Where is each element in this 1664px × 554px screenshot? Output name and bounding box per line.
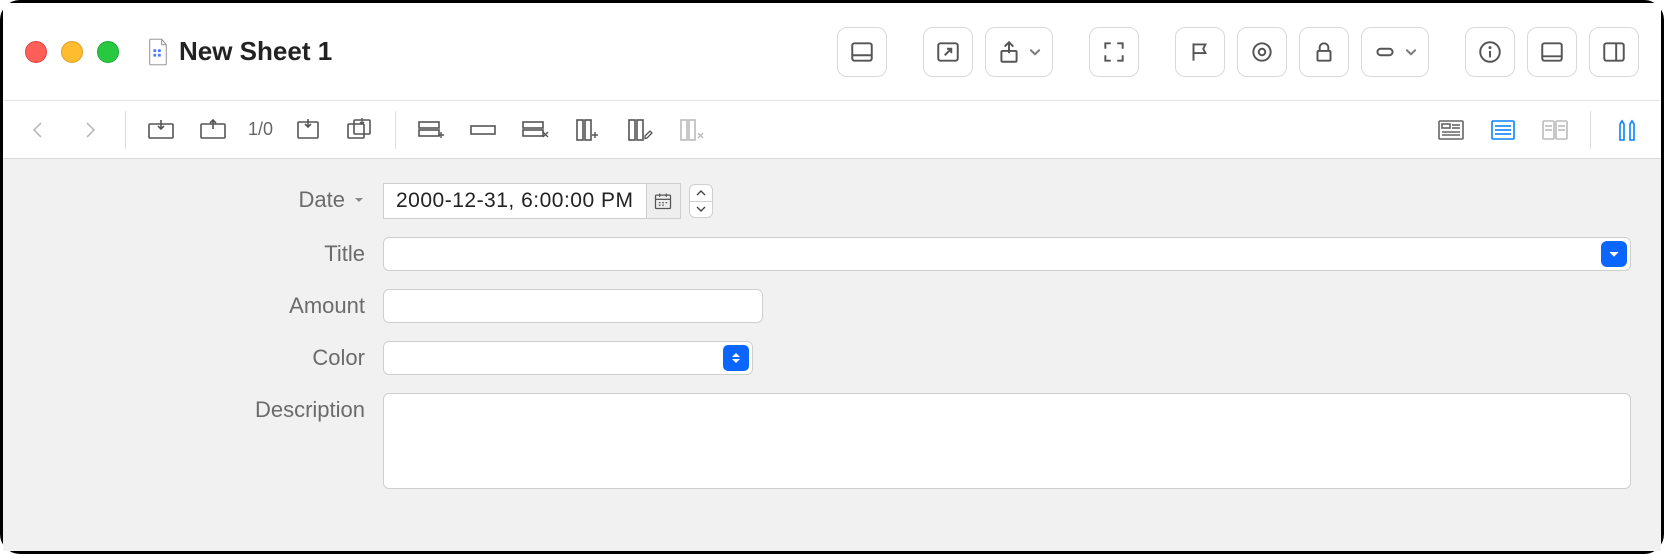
title-field[interactable] bbox=[383, 237, 1631, 271]
date-value[interactable]: 2000-12-31, 6:00:00 PM bbox=[384, 189, 646, 213]
save-record-button[interactable] bbox=[291, 113, 325, 147]
edit-column-button[interactable] bbox=[622, 113, 656, 147]
bottom-panel-button[interactable] bbox=[1527, 27, 1577, 77]
chevron-down-icon[interactable] bbox=[353, 194, 365, 206]
amount-label: Amount bbox=[33, 289, 383, 319]
calendar-button[interactable] bbox=[646, 184, 680, 218]
panel-toggle-button[interactable] bbox=[837, 27, 887, 77]
add-row-button[interactable] bbox=[414, 113, 448, 147]
split-view-button[interactable] bbox=[1538, 113, 1572, 147]
import-button[interactable] bbox=[144, 113, 178, 147]
color-select[interactable] bbox=[383, 341, 753, 375]
stepper-up-icon[interactable] bbox=[690, 185, 712, 202]
document-title: New Sheet 1 bbox=[179, 36, 332, 67]
form-view-button[interactable] bbox=[1486, 113, 1520, 147]
lock-button[interactable] bbox=[1299, 27, 1349, 77]
fullscreen-button[interactable] bbox=[1089, 27, 1139, 77]
nav-forward-button[interactable] bbox=[73, 113, 107, 147]
title-input[interactable] bbox=[384, 238, 1595, 270]
color-label: Color bbox=[33, 341, 383, 371]
amount-input[interactable] bbox=[383, 289, 763, 323]
card-view-button[interactable] bbox=[1434, 113, 1468, 147]
record-button[interactable] bbox=[1237, 27, 1287, 77]
select-arrows-icon[interactable] bbox=[723, 345, 749, 371]
delete-row-button[interactable] bbox=[518, 113, 552, 147]
delete-column-button[interactable] bbox=[674, 113, 708, 147]
title-dropdown-button[interactable] bbox=[1601, 241, 1627, 267]
design-tools-button[interactable] bbox=[1609, 113, 1643, 147]
description-textarea[interactable] bbox=[383, 393, 1631, 489]
share-button[interactable] bbox=[985, 27, 1053, 77]
date-label: Date bbox=[33, 183, 383, 213]
export-button[interactable] bbox=[196, 113, 230, 147]
stepper-down-icon[interactable] bbox=[690, 202, 712, 218]
flag-button[interactable] bbox=[1175, 27, 1225, 77]
document-icon bbox=[147, 38, 169, 66]
title-label: Title bbox=[33, 237, 383, 267]
duplicate-row-button[interactable] bbox=[466, 113, 500, 147]
zoom-window-button[interactable] bbox=[97, 41, 119, 63]
record-toolbar: 1/0 bbox=[3, 101, 1661, 159]
titlebar: New Sheet 1 bbox=[3, 3, 1661, 101]
side-panel-button[interactable] bbox=[1589, 27, 1639, 77]
close-window-button[interactable] bbox=[25, 41, 47, 63]
date-stepper[interactable] bbox=[689, 184, 713, 218]
description-label: Description bbox=[33, 393, 383, 423]
info-button[interactable] bbox=[1465, 27, 1515, 77]
record-counter: 1/0 bbox=[248, 119, 273, 140]
save-all-button[interactable] bbox=[343, 113, 377, 147]
form-area: Date 2000-12-31, 6:00:00 PM Title bbox=[3, 159, 1661, 551]
date-field[interactable]: 2000-12-31, 6:00:00 PM bbox=[383, 183, 681, 219]
window-controls bbox=[25, 41, 119, 63]
tag-button[interactable] bbox=[1361, 27, 1429, 77]
minimize-window-button[interactable] bbox=[61, 41, 83, 63]
nav-back-button[interactable] bbox=[21, 113, 55, 147]
add-column-button[interactable] bbox=[570, 113, 604, 147]
open-external-button[interactable] bbox=[923, 27, 973, 77]
